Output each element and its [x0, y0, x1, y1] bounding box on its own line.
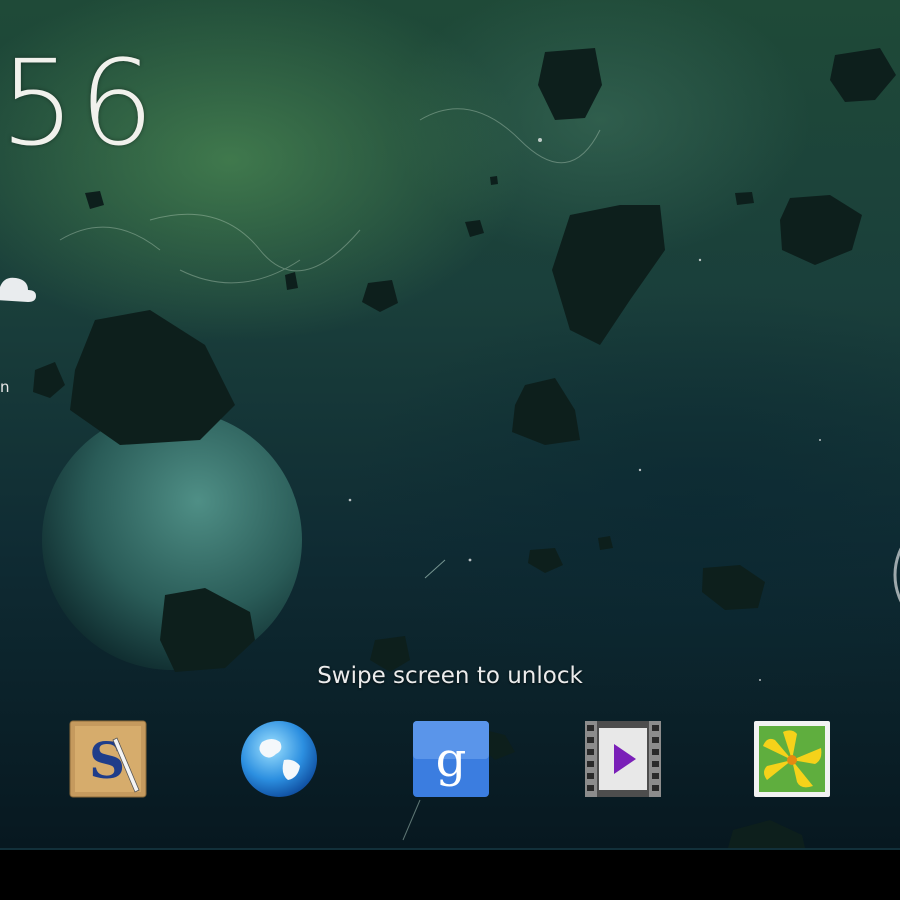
- lock-screen[interactable]: 56 n Swipe screen to unlock S g: [0, 0, 900, 900]
- video-play-icon[interactable]: [584, 720, 662, 798]
- weather-text: n: [0, 378, 10, 396]
- sketch-s-icon[interactable]: S: [69, 720, 147, 798]
- app-dock: S g: [0, 720, 900, 800]
- flower-gallery-icon[interactable]: [753, 720, 831, 798]
- unlock-ring[interactable]: [890, 510, 900, 640]
- cloud-icon: [0, 277, 36, 302]
- svg-text:g: g: [436, 732, 467, 788]
- google-g-icon[interactable]: g: [412, 720, 490, 798]
- navigation-bar: [0, 848, 900, 900]
- svg-text:S: S: [89, 731, 125, 790]
- clock-digits: 56: [0, 34, 159, 172]
- unlock-hint-text: Swipe screen to unlock: [317, 663, 583, 689]
- globe-icon[interactable]: [240, 720, 318, 798]
